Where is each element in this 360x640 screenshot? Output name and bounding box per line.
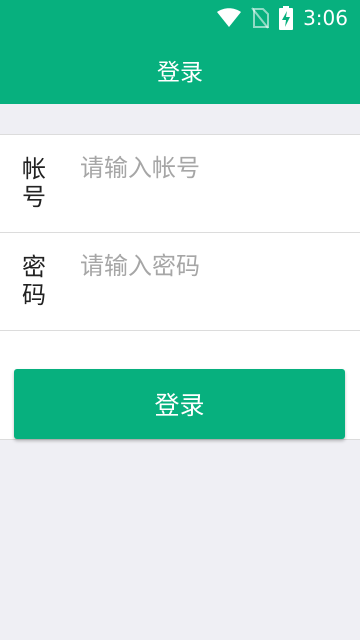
status-time: 3:06	[303, 6, 348, 30]
password-label: 密码	[22, 253, 46, 309]
battery-charging-icon	[279, 6, 294, 30]
no-sim-icon	[251, 7, 270, 29]
password-row: 密码	[0, 232, 360, 330]
login-form: 帐号 密码	[0, 134, 360, 331]
password-input[interactable]	[80, 249, 340, 283]
button-panel: 登录	[0, 331, 360, 440]
wifi-icon	[217, 8, 242, 28]
account-label: 帐号	[22, 155, 46, 211]
status-bar: 3:06	[0, 0, 360, 36]
page-title: 登录	[157, 60, 203, 86]
status-icons: 3:06	[217, 6, 360, 30]
login-button[interactable]: 登录	[14, 369, 345, 439]
account-input[interactable]	[80, 151, 340, 185]
account-row: 帐号	[0, 135, 360, 232]
title-bar: 登录	[0, 36, 360, 104]
